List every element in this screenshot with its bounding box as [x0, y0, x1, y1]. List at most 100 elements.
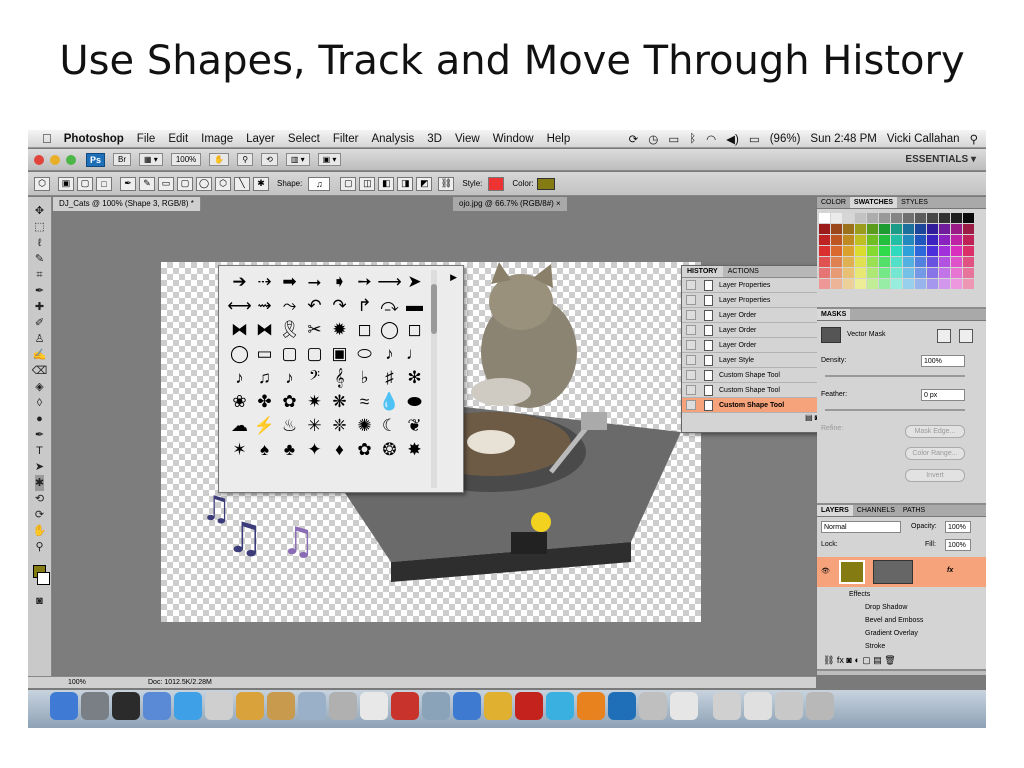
- shape-option[interactable]: ✤: [252, 390, 277, 414]
- history-item[interactable]: Layer Order: [682, 308, 838, 323]
- trash-dock-icon[interactable]: [806, 692, 834, 720]
- shape-option[interactable]: ♭: [352, 366, 377, 390]
- shape-option[interactable]: ➔: [227, 270, 252, 294]
- layer-color-thumbnail[interactable]: [839, 560, 865, 584]
- swatch[interactable]: [915, 257, 926, 267]
- shape-option[interactable]: ↶: [302, 294, 327, 318]
- shape-option[interactable]: ✿: [352, 438, 377, 462]
- swatch[interactable]: [915, 268, 926, 278]
- display-icon[interactable]: ▭: [668, 132, 679, 146]
- menu-photoshop[interactable]: Photoshop: [64, 133, 124, 145]
- shape-option[interactable]: ♠: [252, 438, 277, 462]
- history-source-box[interactable]: [686, 325, 696, 335]
- swatch[interactable]: [855, 268, 866, 278]
- background-color[interactable]: [37, 572, 50, 585]
- swatch[interactable]: [915, 279, 926, 289]
- folder-icon[interactable]: [713, 692, 741, 720]
- swatch[interactable]: [963, 224, 974, 234]
- menu-layer[interactable]: Layer: [246, 133, 275, 145]
- swatch[interactable]: [819, 224, 830, 234]
- shape-option[interactable]: ✺: [352, 414, 377, 438]
- lasso-tool-icon[interactable]: ℓ: [38, 235, 42, 251]
- picker-menu-icon[interactable]: ▶: [450, 272, 457, 283]
- swatch[interactable]: [819, 213, 830, 223]
- path-selection-icon[interactable]: ➤: [35, 459, 44, 475]
- custom-shape-tool-icon[interactable]: ✱: [253, 176, 269, 191]
- shape-picker-button[interactable]: ♫: [308, 176, 331, 191]
- shape-option[interactable]: ❦: [402, 414, 427, 438]
- word-icon[interactable]: [546, 692, 574, 720]
- history-item[interactable]: Custom Shape Tool: [682, 398, 838, 413]
- shape-option[interactable]: ↱: [352, 294, 377, 318]
- pen-tool-icon[interactable]: ✒: [35, 427, 44, 443]
- marquee-tool-icon[interactable]: ⬚: [34, 219, 44, 235]
- minimize-window-button[interactable]: [50, 154, 60, 165]
- shape-option[interactable]: ▬: [402, 294, 427, 318]
- swatch[interactable]: [843, 268, 854, 278]
- effect-bevel-emboss[interactable]: Bevel and Emboss: [865, 617, 923, 624]
- swatch[interactable]: [927, 213, 938, 223]
- shape-option[interactable]: ❋: [327, 390, 352, 414]
- swatch[interactable]: [903, 257, 914, 267]
- swatch[interactable]: [951, 213, 962, 223]
- swatch[interactable]: [843, 246, 854, 256]
- shape-picker-scrollbar[interactable]: [431, 270, 437, 488]
- stack-icon[interactable]: [744, 692, 772, 720]
- swatch[interactable]: [903, 213, 914, 223]
- shape-option[interactable]: ≈: [352, 390, 377, 414]
- invert-button[interactable]: Invert: [905, 469, 965, 482]
- menu-help[interactable]: Help: [547, 133, 571, 145]
- fx-indicator[interactable]: fx: [947, 567, 953, 574]
- vector-mask-button[interactable]: [959, 329, 973, 343]
- history-item[interactable]: Layer Order: [682, 338, 838, 353]
- clone-stamp-icon[interactable]: ♙: [35, 331, 45, 347]
- shape-option[interactable]: ✶: [227, 438, 252, 462]
- swatch[interactable]: [903, 224, 914, 234]
- swatch[interactable]: [855, 224, 866, 234]
- swatch[interactable]: [939, 257, 950, 267]
- style-picker[interactable]: [488, 176, 505, 191]
- swatch[interactable]: [927, 224, 938, 234]
- shape-option[interactable]: ⤼: [377, 294, 402, 318]
- shape-option[interactable]: 𝄢: [302, 366, 327, 390]
- itunes-icon[interactable]: [453, 692, 481, 720]
- shape-option[interactable]: 𝄞: [327, 366, 352, 390]
- tab-swatches[interactable]: SWATCHES: [849, 197, 898, 208]
- color-range-button[interactable]: Color Range...: [905, 447, 965, 460]
- shape-option[interactable]: ⧓: [252, 318, 277, 342]
- swatch[interactable]: [831, 268, 842, 278]
- swatch[interactable]: [867, 213, 878, 223]
- crop-tool-icon[interactable]: ⌗: [36, 267, 42, 283]
- shape-option[interactable]: 💧: [377, 390, 402, 414]
- freeform-pen-icon[interactable]: ✎: [139, 176, 155, 191]
- swatch[interactable]: [927, 257, 938, 267]
- ellipse-tool-icon[interactable]: ◯: [196, 176, 212, 191]
- swatch[interactable]: [831, 246, 842, 256]
- shape-option[interactable]: ➡: [277, 270, 302, 294]
- shape-option[interactable]: ❈: [327, 414, 352, 438]
- history-source-box[interactable]: [686, 385, 696, 395]
- swatch[interactable]: [915, 246, 926, 256]
- history-source-box[interactable]: [686, 295, 696, 305]
- feather-field[interactable]: 0 px: [921, 389, 965, 401]
- swatch[interactable]: [831, 224, 842, 234]
- fill-pixels-button[interactable]: □: [96, 176, 112, 191]
- swatch[interactable]: [963, 279, 974, 289]
- documents-icon[interactable]: [670, 692, 698, 720]
- subtract-shape-icon[interactable]: ◧: [378, 176, 395, 191]
- color-swatch[interactable]: [536, 177, 555, 190]
- shape-option[interactable]: ♪: [227, 366, 252, 390]
- shape-option[interactable]: ◻: [402, 318, 427, 342]
- wifi-icon[interactable]: ◠: [706, 132, 716, 146]
- swatch[interactable]: [867, 235, 878, 245]
- shape-option[interactable]: ⟷: [227, 294, 252, 318]
- shape-option[interactable]: ☁: [227, 414, 252, 438]
- history-brush-icon[interactable]: ✍: [33, 347, 47, 363]
- swatch[interactable]: [903, 279, 914, 289]
- history-source-box[interactable]: [686, 370, 696, 380]
- 3d-rotate-icon[interactable]: ⟲: [35, 491, 44, 507]
- shape-option[interactable]: ✿: [277, 390, 302, 414]
- clock[interactable]: Sun 2:48 PM: [810, 133, 876, 145]
- swatch[interactable]: [867, 279, 878, 289]
- swatch[interactable]: [927, 268, 938, 278]
